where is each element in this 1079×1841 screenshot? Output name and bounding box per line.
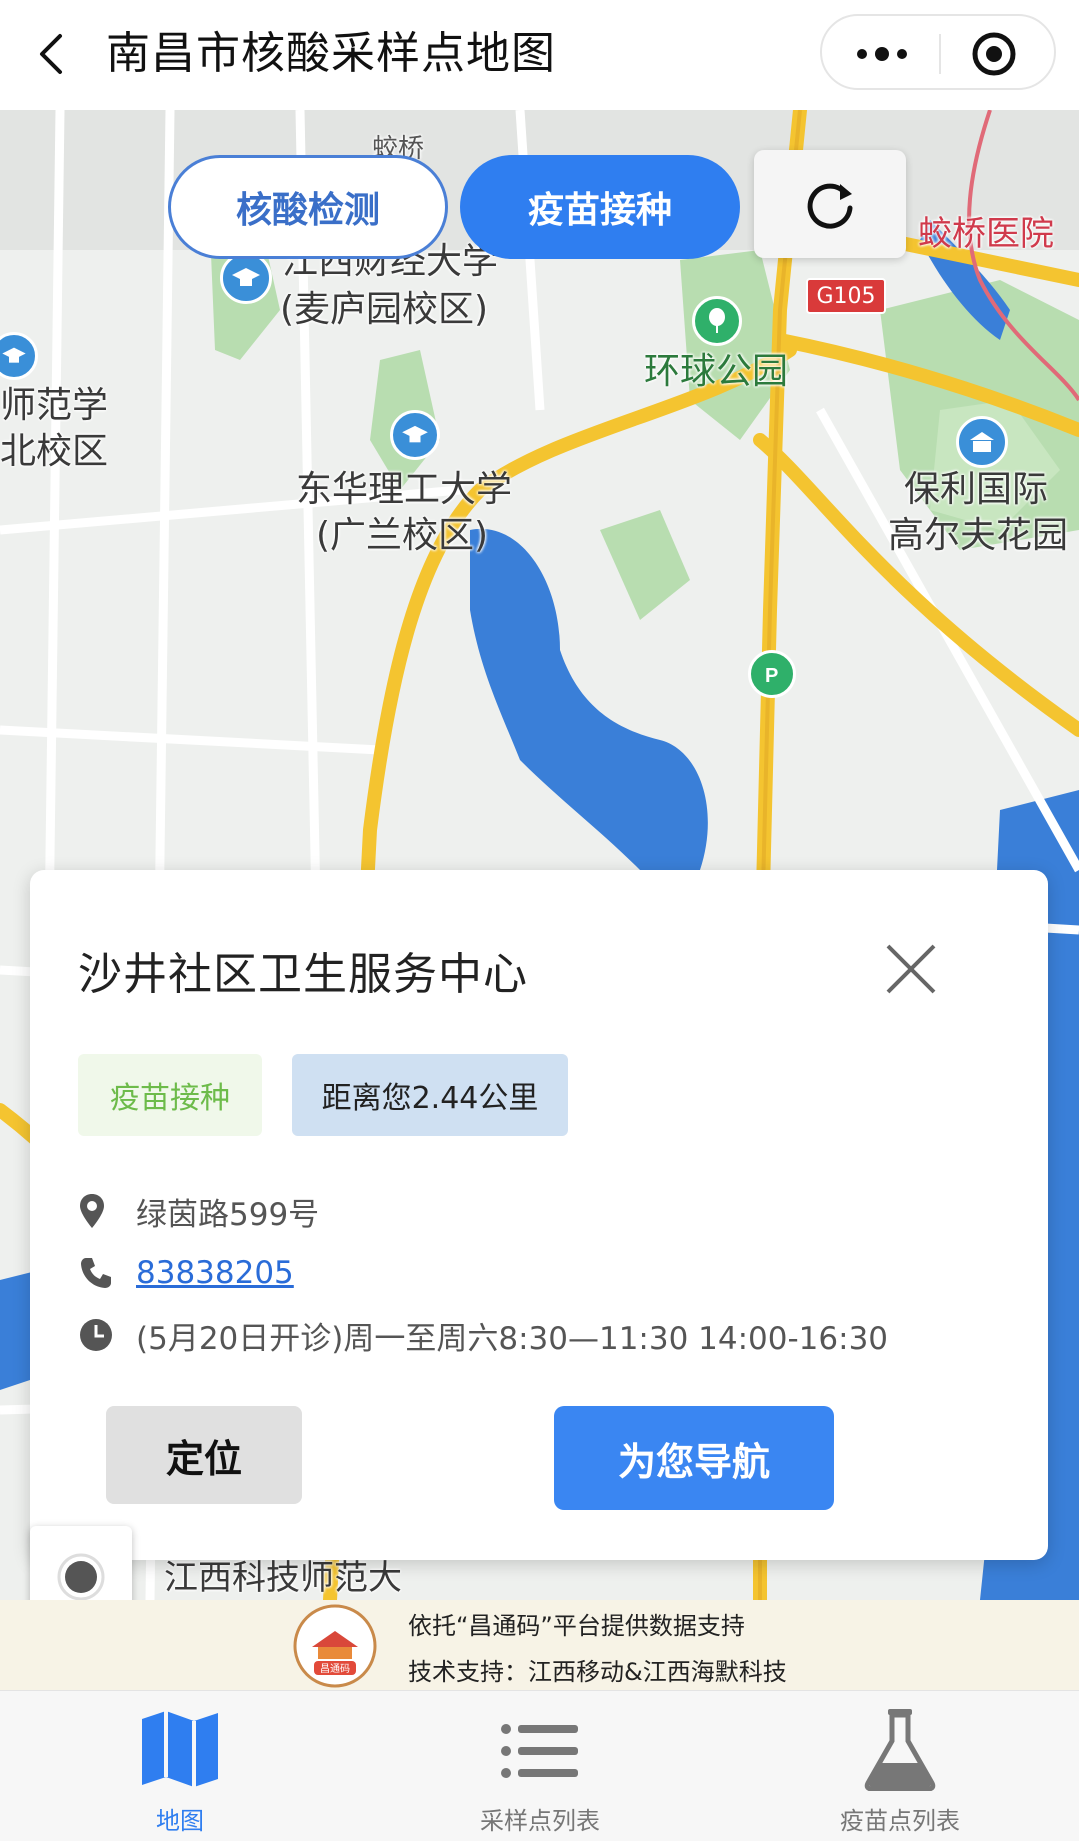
site-hours: (5月20日开诊)周一至周六8:30—11:30 14:00-16:30 xyxy=(136,1320,889,1357)
site-address: 绿茵路599号 xyxy=(136,1196,320,1233)
close-card-button[interactable] xyxy=(878,936,944,1002)
map-label-normal-campus: 北校区 xyxy=(0,431,109,472)
highway-shield-g105: G105 xyxy=(806,278,886,314)
bottom-tab-bar: 地图 采样点列表 疫苗点列表 xyxy=(0,1690,1079,1841)
address-row: 绿茵路599号 xyxy=(78,1186,319,1236)
refresh-button[interactable] xyxy=(754,150,906,258)
tab-vaccination[interactable]: 疫苗接种 xyxy=(460,155,740,259)
map-label-poly-golf: 保利国际 xyxy=(904,469,1049,510)
site-phone-link[interactable]: 83838205 xyxy=(136,1255,294,1291)
back-button[interactable] xyxy=(30,26,74,82)
location-pin-icon xyxy=(78,1189,128,1233)
phone-row: 83838205 xyxy=(78,1248,294,1298)
list-icon xyxy=(501,1724,578,1778)
banner-tech-support: 技术支持：江西移动&江西海默科技 xyxy=(408,1658,787,1686)
changtongma-logo: 昌通码 xyxy=(292,1603,378,1689)
tab-sampling-list-label: 采样点列表 xyxy=(480,1807,600,1835)
map-label-jxufe-campus: (麦庐园校区) xyxy=(280,289,489,330)
parking-poi-icon[interactable]: P xyxy=(748,650,796,698)
tab-map[interactable]: 地图 xyxy=(60,1691,300,1841)
clock-icon xyxy=(78,1313,128,1357)
university-poi-icon[interactable] xyxy=(390,410,440,460)
refresh-icon xyxy=(807,183,853,229)
map-label-global-park: 环球公园 xyxy=(644,351,789,392)
more-dots-icon xyxy=(857,47,907,61)
current-location-icon xyxy=(57,1553,105,1600)
header-bar: 南昌市核酸采样点地图 xyxy=(0,0,1079,110)
navigate-button[interactable]: 为您导航 xyxy=(554,1406,834,1510)
site-name: 沙井社区卫生服务中心 xyxy=(78,949,528,1000)
my-location-button[interactable] xyxy=(30,1526,132,1600)
map-label-ecut: 东华理工大学 xyxy=(296,469,513,510)
close-mini-program-button[interactable] xyxy=(946,16,1046,88)
map-label-jiaoqiao-hospital: 蛟桥医院 xyxy=(918,214,1054,254)
capsule-divider xyxy=(939,34,941,74)
close-icon xyxy=(886,944,936,994)
site-type-badge: 疫苗接种 xyxy=(78,1054,262,1136)
hours-row: (5月20日开诊)周一至周六8:30—11:30 14:00-16:30 xyxy=(78,1310,888,1360)
tab-nucleic-test[interactable]: 核酸检测 xyxy=(168,155,448,259)
locate-button[interactable]: 定位 xyxy=(106,1406,302,1504)
tab-vaccine-list[interactable]: 疫苗点列表 xyxy=(780,1691,1020,1841)
more-button[interactable] xyxy=(832,16,932,88)
logo-text: 昌通码 xyxy=(320,1663,350,1675)
banner-data-source: 依托“昌通码”平台提供数据支持 xyxy=(408,1612,745,1640)
map-view[interactable]: 蛟桥 蛟桥医院 G105 江西财经大学 (麦庐园校区) 师范学 北校区 环球公园… xyxy=(0,110,1079,1600)
flask-icon xyxy=(864,1709,936,1791)
map-icon xyxy=(142,1711,218,1787)
distance-badge: 距离您2.44公里 xyxy=(292,1054,568,1136)
map-label-ecut-campus: (广兰校区) xyxy=(316,515,489,556)
phone-icon xyxy=(78,1251,128,1295)
tab-map-label: 地图 xyxy=(156,1807,204,1835)
chevron-left-icon xyxy=(40,34,62,74)
map-label-normal-univ: 师范学 xyxy=(0,385,109,426)
svg-text:P: P xyxy=(765,665,778,686)
site-info-card: 沙井社区卫生服务中心 疫苗接种 距离您2.44公里 绿茵路599号 838382… xyxy=(30,870,1048,1560)
map-label-poly-golf-garden: 高尔夫花园 xyxy=(888,515,1069,556)
tab-sampling-list[interactable]: 采样点列表 xyxy=(420,1691,660,1841)
park-poi-icon[interactable] xyxy=(692,296,742,346)
tab-vaccine-list-label: 疫苗点列表 xyxy=(840,1807,960,1835)
page-title: 南昌市核酸采样点地图 xyxy=(106,28,556,79)
university-poi-icon[interactable] xyxy=(220,252,272,304)
target-circle-icon xyxy=(972,32,1016,76)
mini-program-capsule xyxy=(820,14,1056,90)
